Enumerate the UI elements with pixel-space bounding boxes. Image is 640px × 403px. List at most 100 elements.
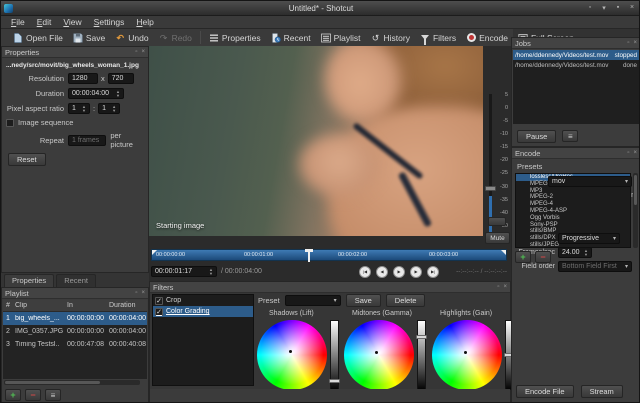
save-button[interactable]: Save [68,32,110,44]
reset-button[interactable]: Reset [8,153,46,166]
playlist-add-button[interactable]: + [5,389,21,401]
wheel-cursor[interactable] [464,351,467,354]
panel-float-icon[interactable]: ▫ [135,290,137,296]
skip-to-end-button[interactable]: ▶| [427,266,439,278]
midtones-level-slider[interactable] [417,320,426,390]
history-button[interactable]: ↺ History [366,32,415,44]
shadows-level-slider[interactable] [330,320,339,390]
duration-field[interactable]: 00:00:04:00 ▲▼ [68,88,124,99]
speaker-button[interactable] [488,217,506,226]
slider-handle[interactable] [416,335,427,339]
wheel-cursor[interactable] [289,350,292,353]
mute-button[interactable]: Mute [485,232,510,244]
col-num[interactable]: # [3,302,15,309]
in-point-marker[interactable] [152,250,157,255]
preset-remove-button[interactable]: − [535,251,551,263]
panel-float-icon[interactable]: ▫ [627,40,629,46]
time-spinner[interactable]: ▲▼ [209,268,213,275]
midtones-color-wheel[interactable] [344,320,414,390]
job-row[interactable]: /home/ddennedy/Videos/test.mov stopped [513,50,639,60]
filter-checkbox[interactable]: ✓ [155,308,163,316]
fps-field[interactable]: 24.00 ▲▼ [558,247,592,258]
open-file-button[interactable]: Open File [8,32,68,44]
preset-add-button[interactable]: + [515,251,531,263]
preset-item[interactable]: Sony-PSP [516,222,630,229]
job-row[interactable]: /home/ddennedy/Videos/test.mov done [513,60,639,70]
preset-save-button[interactable]: Save [346,294,381,307]
preset-item[interactable]: MPEG-2 [516,194,630,201]
menu-edit[interactable]: Edit [31,17,58,27]
undo-button[interactable]: ↶ Undo [110,32,153,44]
panel-close-icon[interactable]: × [141,290,145,296]
image-sequence-checkbox[interactable] [6,119,14,127]
resolution-width-field[interactable]: 1280 [68,73,98,84]
properties-button[interactable]: Properties [204,32,266,44]
menu-help[interactable]: Help [130,17,159,27]
redo-button[interactable]: ↷ Redo [154,32,197,44]
format-dropdown[interactable]: mov [548,176,632,187]
timeline-ruler[interactable]: 00:00:00:00 00:00:01:00 00:00:02:00 00:0… [151,249,507,261]
fast-forward-button[interactable]: ▶ [410,266,422,278]
filter-item-crop[interactable]: ✓ Crop [153,295,253,306]
panel-close-icon[interactable]: × [633,40,637,46]
rewind-button[interactable]: ◀ [376,266,388,278]
preset-item[interactable]: MPEG-4 [516,201,630,208]
col-in[interactable]: In [67,302,109,309]
slider-handle[interactable] [329,379,340,383]
panel-close-icon[interactable]: × [503,284,507,290]
pixel-aspect-den-field[interactable]: 1 ▲▼ [98,103,120,114]
preset-item[interactable]: Ogg Vorbis [516,215,630,222]
out-point-marker[interactable] [501,250,506,255]
menu-view[interactable]: View [57,17,87,27]
preset-item[interactable]: MPEG-4-ASP [516,208,630,215]
encode-button[interactable]: Encode [461,32,513,44]
filter-item-color-grading[interactable]: ✓ Color Grading [153,306,253,317]
pixel-aspect-num-field[interactable]: 1 ▲▼ [68,103,90,114]
window-shade-icon[interactable]: ▾ [599,4,609,12]
col-duration[interactable]: Duration [109,302,147,309]
filter-checkbox[interactable]: ✓ [155,297,163,305]
presets-vscrollbar[interactable] [633,173,638,248]
panel-float-icon[interactable]: ▫ [135,49,137,55]
preset-delete-button[interactable]: Delete [386,294,426,307]
encode-file-button[interactable]: Encode File [516,385,574,398]
window-menu-icon[interactable]: ▫ [585,4,595,12]
video-viewport[interactable]: Starting image [149,46,483,236]
tab-properties[interactable]: Properties [4,274,54,287]
menu-settings[interactable]: Settings [88,17,131,27]
preset-dropdown[interactable] [285,295,341,306]
playlist-hscrollbar[interactable] [4,380,140,385]
jobs-menu-button[interactable]: ≡ [562,130,578,142]
field-order-dropdown[interactable]: Bottom Field First [558,261,632,272]
panel-float-icon[interactable]: ▫ [497,284,499,290]
playlist-row[interactable]: 3 Timing Testsl.. 00:00:47:08 00:00:40:0… [3,338,147,351]
filters-button[interactable]: Filters [415,32,461,44]
playlist-row[interactable]: 1 big_wheels_... 00:00:00:00 00:00:04:00 [3,312,147,325]
panel-close-icon[interactable]: × [633,150,637,156]
window-maximize-icon[interactable]: ▪ [613,4,623,12]
highlights-color-wheel[interactable] [432,320,502,390]
playlist-remove-button[interactable]: − [25,389,41,401]
skip-to-start-button[interactable]: |◀ [359,266,371,278]
volume-slider-handle[interactable] [485,186,496,191]
playlist-button[interactable]: Playlist [316,32,366,44]
fps-spinner[interactable]: ▲▼ [584,249,588,256]
repeat-field[interactable]: 1 frames [68,135,106,146]
wheel-cursor[interactable] [375,351,378,354]
panel-float-icon[interactable]: ▫ [627,150,629,156]
par-num-spinner[interactable]: ▲▼ [82,105,86,112]
recent-button[interactable]: Recent [266,32,316,44]
preset-item[interactable]: MP3 [516,188,630,195]
pause-button[interactable]: Pause [517,130,556,143]
par-den-spinner[interactable]: ▲▼ [112,105,116,112]
play-button[interactable]: ▶ [393,266,405,278]
scan-mode-dropdown[interactable]: Progressive [558,233,620,244]
window-close-icon[interactable]: × [627,4,637,12]
playlist-menu-button[interactable]: ≡ [45,389,61,401]
current-time-field[interactable]: 00:00:01:17 ▲▼ [151,266,217,277]
stream-button[interactable]: Stream [581,385,623,398]
shadows-color-wheel[interactable] [257,320,327,390]
menu-file[interactable]: File [5,17,31,27]
col-clip[interactable]: Clip [15,302,67,309]
duration-spinner[interactable]: ▲▼ [116,90,120,97]
